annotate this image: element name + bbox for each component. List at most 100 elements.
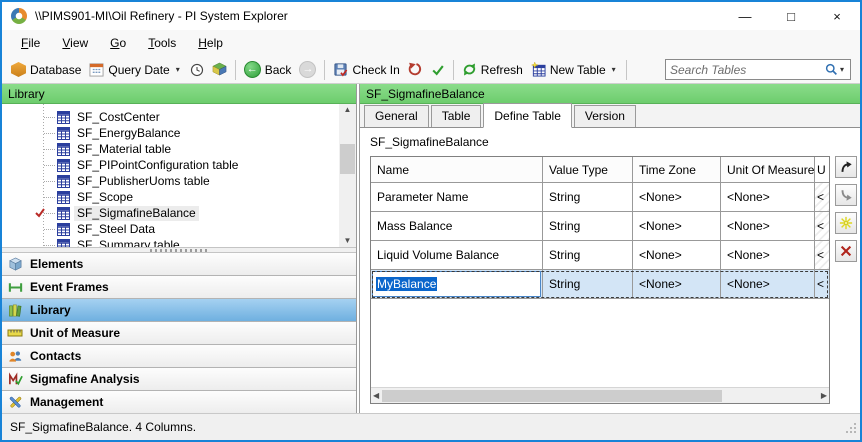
status-bar: SF_SigmafineBalance. 4 Columns.: [2, 413, 860, 440]
tree-vertical-scrollbar[interactable]: ▲ ▼: [339, 104, 356, 247]
apply-check-button[interactable]: [427, 61, 449, 79]
menu-help[interactable]: Help: [187, 32, 234, 54]
table-panel-header: SF_SigmafineBalance: [360, 84, 860, 104]
cell-uom[interactable]: <None>: [721, 270, 815, 298]
nav-item-library[interactable]: Library: [2, 298, 356, 321]
cell-clipped[interactable]: <: [815, 212, 829, 240]
chevron-down-icon: ▾: [611, 65, 616, 74]
search-input[interactable]: [670, 62, 825, 77]
column-header-value-type[interactable]: Value Type: [543, 157, 633, 182]
tree-item-sf-energybalance[interactable]: SF_EnergyBalance: [2, 125, 356, 141]
nav-item-management[interactable]: Management: [2, 390, 356, 413]
database-layers-button[interactable]: [208, 60, 231, 79]
nav-item-contacts[interactable]: Contacts: [2, 344, 356, 367]
grid-row-parameter-name[interactable]: Parameter Name String <None> <None> <: [371, 183, 829, 212]
cell-clipped[interactable]: <: [815, 241, 829, 269]
tree-item-sf-material-table[interactable]: SF_Material table: [2, 141, 356, 157]
cell-name[interactable]: Mass Balance: [371, 212, 543, 240]
ruler-icon: [7, 325, 23, 341]
tab-define-table[interactable]: Define Table: [483, 103, 572, 128]
check-in-button[interactable]: Check In: [329, 60, 403, 79]
grid-row-mybalance-editing[interactable]: MyBalance String <None> <None> <: [371, 270, 829, 299]
scroll-right-icon[interactable]: ▶: [821, 391, 827, 400]
resize-grip-icon[interactable]: [845, 422, 857, 437]
inline-edit-box[interactable]: MyBalance: [372, 271, 541, 297]
new-table-icon: [530, 62, 546, 77]
scrollbar-thumb[interactable]: [340, 144, 355, 174]
table-icon: [57, 110, 70, 124]
tree-item-sf-publisheruoms-table[interactable]: SF_PublisherUoms table: [2, 173, 356, 189]
nav-item-elements[interactable]: Elements: [2, 253, 356, 275]
table-icon: [57, 206, 70, 220]
cell-value-type[interactable]: String: [543, 270, 633, 298]
cell-name-editor[interactable]: MyBalance: [371, 270, 543, 298]
column-header-clipped[interactable]: U: [815, 157, 829, 182]
time-range-button[interactable]: [186, 61, 208, 79]
scrollbar-thumb[interactable]: [382, 389, 723, 402]
cell-uom[interactable]: <None>: [721, 212, 815, 240]
define-table-content: SF_SigmafineBalance Name Value Type Time…: [360, 128, 860, 413]
delete-column-button[interactable]: [835, 240, 857, 262]
grid-row-liquid-volume-balance[interactable]: Liquid Volume Balance String <None> <Non…: [371, 241, 829, 270]
tree-item-sf-sigmafinebalance[interactable]: SF_SigmafineBalance: [2, 205, 356, 221]
cell-clipped[interactable]: <: [815, 270, 829, 298]
cell-name[interactable]: Parameter Name: [371, 183, 543, 211]
menu-tools[interactable]: Tools: [137, 32, 187, 54]
cell-time-zone[interactable]: <None>: [633, 241, 721, 269]
cell-time-zone[interactable]: <None>: [633, 212, 721, 240]
tab-table[interactable]: Table: [430, 105, 482, 127]
tab-general[interactable]: General: [364, 105, 429, 127]
tree-item-sf-scope[interactable]: SF_Scope: [2, 189, 356, 205]
layers-icon: [212, 62, 227, 77]
forward-button[interactable]: →: [295, 59, 320, 80]
tree-item-sf-pipointconfiguration-table[interactable]: SF_PIPointConfiguration table: [2, 157, 356, 173]
menu-view[interactable]: View: [51, 32, 99, 54]
close-button[interactable]: ×: [814, 2, 860, 30]
tree-item-sf-costcenter[interactable]: SF_CostCenter: [2, 109, 356, 125]
menu-file[interactable]: File: [10, 32, 51, 54]
cell-value-type[interactable]: String: [543, 183, 633, 211]
grid-horizontal-scrollbar[interactable]: ◀ ▶: [371, 387, 829, 403]
refresh-button[interactable]: Refresh: [458, 60, 527, 79]
new-column-button[interactable]: [835, 212, 857, 234]
nav-item-sigmafine-analysis[interactable]: Sigmafine Analysis: [2, 367, 356, 390]
nav-item-event-frames[interactable]: Event Frames: [2, 275, 356, 298]
table-icon: [57, 174, 70, 188]
cell-time-zone[interactable]: <None>: [633, 183, 721, 211]
cell-value-type[interactable]: String: [543, 212, 633, 240]
scroll-left-icon[interactable]: ◀: [373, 391, 379, 400]
cell-name[interactable]: Liquid Volume Balance: [371, 241, 543, 269]
tab-version[interactable]: Version: [573, 105, 636, 127]
tree-item-sf-steel-data[interactable]: SF_Steel Data: [2, 221, 356, 237]
column-header-unit-of-measure[interactable]: Unit Of Measure: [721, 157, 815, 182]
chevron-down-icon[interactable]: ▾: [840, 65, 844, 74]
tree-item-sf-summary-table[interactable]: SF_Summary table: [2, 237, 356, 247]
column-header-name[interactable]: Name: [371, 157, 543, 182]
new-table-button[interactable]: New Table ▾: [527, 60, 622, 79]
nav-label: Event Frames: [30, 280, 109, 294]
query-date-button[interactable]: Query Date ▾: [85, 60, 185, 79]
maximize-button[interactable]: □: [768, 2, 814, 30]
cell-uom[interactable]: <None>: [721, 241, 815, 269]
cell-value-type[interactable]: String: [543, 241, 633, 269]
column-header-time-zone[interactable]: Time Zone: [633, 157, 721, 182]
search-icon[interactable]: [825, 63, 838, 76]
grid-row-mass-balance[interactable]: Mass Balance String <None> <None> <: [371, 212, 829, 241]
undo-checkout-button[interactable]: [404, 60, 427, 79]
move-up-button[interactable]: [835, 156, 857, 178]
cell-uom[interactable]: <None>: [721, 183, 815, 211]
nav-item-unit-of-measure[interactable]: Unit of Measure: [2, 321, 356, 344]
forward-icon: →: [299, 61, 317, 78]
columns-grid: Name Value Type Time Zone Unit Of Measur…: [370, 156, 830, 404]
scroll-up-icon[interactable]: ▲: [344, 106, 352, 114]
tab-strip: General Table Define Table Version: [360, 103, 860, 128]
move-down-button[interactable]: [835, 184, 857, 206]
cell-clipped[interactable]: <: [815, 183, 829, 211]
menu-bar: File View Go Tools Help: [2, 30, 860, 56]
scroll-down-icon[interactable]: ▼: [344, 237, 352, 245]
cell-time-zone[interactable]: <None>: [633, 270, 721, 298]
minimize-button[interactable]: —: [722, 2, 768, 30]
database-button[interactable]: Database: [7, 60, 85, 79]
menu-go[interactable]: Go: [99, 32, 137, 54]
back-button[interactable]: ← Back: [240, 59, 296, 80]
